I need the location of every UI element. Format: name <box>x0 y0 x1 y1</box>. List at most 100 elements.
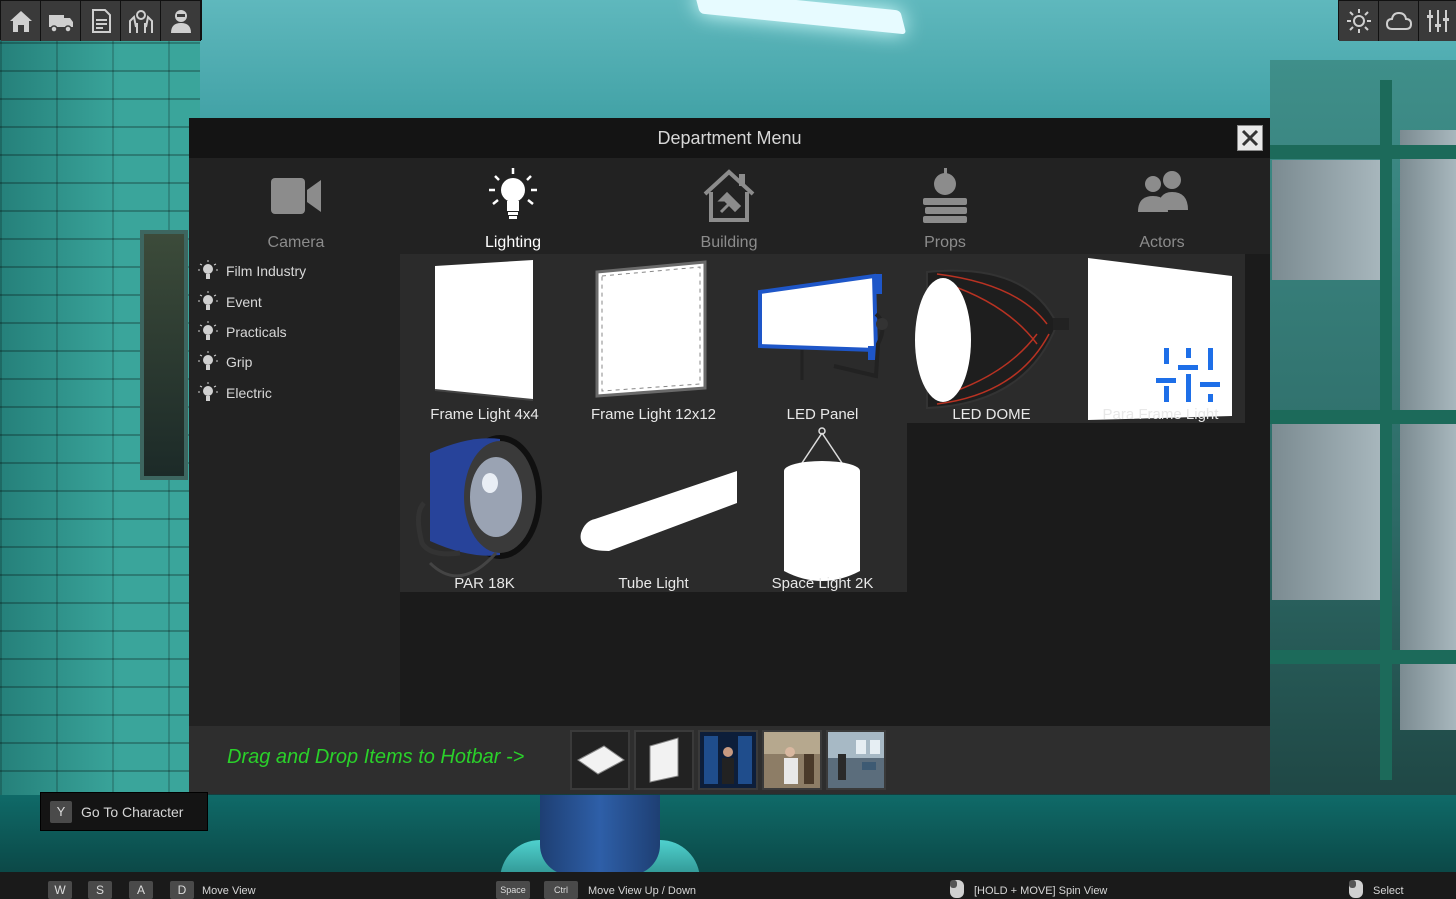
key-d: D <box>170 881 194 899</box>
hotbar-slot[interactable] <box>698 730 758 790</box>
character-button[interactable] <box>161 1 201 41</box>
hands-button[interactable] <box>121 1 161 41</box>
department-tabs: Camera Lighting Building Props Actors <box>189 158 1270 254</box>
item-par-18k[interactable]: PAR 18K <box>400 423 569 592</box>
shelf-panel <box>1400 130 1456 730</box>
panel-thumbnail <box>572 732 628 788</box>
document-button[interactable] <box>81 1 121 41</box>
item-space-light-2k[interactable]: Space Light 2K <box>738 423 907 592</box>
key-ctrl: Ctrl <box>544 881 578 899</box>
go-to-character-label: Go To Character <box>81 803 184 820</box>
controls-hint-bar: W S A D Move View Space Ctrl Move View U… <box>0 872 1456 899</box>
hotbar-slot[interactable] <box>762 730 822 790</box>
subcategory-practicals[interactable]: Practicals <box>189 317 400 347</box>
item-led-dome[interactable]: LED DOME <box>907 254 1076 423</box>
lightbulb-icon <box>198 320 218 340</box>
select-label: Select <box>1373 885 1404 897</box>
subcategory-label: Electric <box>226 384 272 401</box>
item-label: Para Frame Light <box>1102 406 1219 423</box>
photo-thumbnail <box>828 732 884 788</box>
item-label: Tube Light <box>618 575 689 592</box>
shelf-beam <box>1270 650 1456 664</box>
frame-light-image <box>595 260 707 398</box>
close-button[interactable] <box>1237 125 1263 151</box>
tab-label: Actors <box>1139 234 1185 251</box>
par-light-image <box>416 435 542 578</box>
lightbulb-icon <box>198 290 218 310</box>
move-updown-label: Move View Up / Down <box>588 885 697 897</box>
weather-button[interactable] <box>1379 1 1419 41</box>
items-grid: Frame Light 4x4 Frame Light 12x12 LED Pa… <box>400 254 1270 726</box>
key-a: A <box>129 881 153 899</box>
shelf-panel <box>1272 160 1382 280</box>
home-button[interactable] <box>1 1 41 41</box>
tab-label: Building <box>700 234 758 251</box>
go-to-character-button[interactable]: Y Go To Character <box>40 792 208 831</box>
sun-icon <box>1346 9 1371 33</box>
item-label: Space Light 2K <box>771 575 874 592</box>
subcategory-label: Event <box>226 293 262 310</box>
photo-thumbnail <box>700 732 756 788</box>
tab-props[interactable]: Props <box>875 158 1015 254</box>
item-para-frame-light[interactable]: Para Frame Light <box>1076 254 1245 423</box>
key-space: Space <box>496 881 530 899</box>
cloud-icon <box>1385 11 1412 30</box>
subcategory-electric[interactable]: Electric <box>189 378 400 408</box>
settings-sliders-button[interactable] <box>1419 1 1456 41</box>
key-w: W <box>48 881 72 899</box>
subcategory-label: Film Industry <box>226 263 307 280</box>
led-panel-image <box>758 273 888 380</box>
tab-actors[interactable]: Actors <box>1092 158 1232 254</box>
mouse-left-icon <box>1349 880 1363 898</box>
shelf-post <box>1380 80 1392 780</box>
department-menu: Department Menu Camera Lighting Building… <box>189 118 1270 794</box>
truck-icon <box>48 15 73 33</box>
item-label: LED Panel <box>786 406 859 423</box>
truck-button[interactable] <box>41 1 81 41</box>
hotbar-slot[interactable] <box>634 730 694 790</box>
space-light-image <box>784 427 860 581</box>
panel-thumbnail <box>636 732 692 788</box>
item-led-panel[interactable]: LED Panel <box>738 254 907 423</box>
move-view-label: Move View <box>202 885 256 897</box>
item-frame-light-4x4[interactable]: Frame Light 4x4 <box>400 254 569 423</box>
people-icon <box>1138 171 1188 212</box>
hands-icon <box>128 10 153 33</box>
sun-button[interactable] <box>1339 1 1379 41</box>
lightbulb-icon <box>198 260 218 280</box>
tab-label: Lighting <box>484 234 542 251</box>
hotbar-slot[interactable] <box>826 730 886 790</box>
photo-thumbnail <box>764 732 820 788</box>
led-dome-image <box>915 269 1069 410</box>
tab-lighting[interactable]: Lighting <box>443 158 583 254</box>
sliders-icon <box>1426 10 1449 32</box>
person-icon <box>170 10 191 33</box>
mouse-left-icon <box>950 880 964 898</box>
top-right-toolbar <box>1338 0 1456 41</box>
home-icon <box>9 11 32 32</box>
scene-window <box>140 230 188 480</box>
hotbar-slot[interactable] <box>570 730 630 790</box>
item-label: LED DOME <box>952 406 1031 423</box>
shelf-panel <box>1272 420 1382 600</box>
hotbar: Drag and Drop Items to Hotbar -> <box>189 726 1270 794</box>
apple-books-icon <box>923 168 967 223</box>
close-icon <box>1241 129 1259 147</box>
lightbulb-icon <box>198 381 218 401</box>
tube-light-image <box>580 471 737 551</box>
item-tube-light[interactable]: Tube Light <box>569 423 738 592</box>
subcategory-event[interactable]: Event <box>189 286 400 316</box>
tab-camera[interactable]: Camera <box>226 158 366 254</box>
key-y: Y <box>50 800 72 823</box>
tab-building[interactable]: Building <box>659 158 799 254</box>
subcategory-label: Practicals <box>226 323 287 340</box>
item-frame-light-12x12[interactable]: Frame Light 12x12 <box>569 254 738 423</box>
subcategory-grip[interactable]: Grip <box>189 347 400 377</box>
lightbulb-icon <box>489 168 537 219</box>
item-label: Frame Light 12x12 <box>590 406 717 423</box>
spin-view-label: [HOLD + MOVE] Spin View <box>974 885 1108 897</box>
item-label: PAR 18K <box>454 575 515 592</box>
shelf-beam <box>1270 410 1456 424</box>
menu-title: Department Menu <box>657 127 802 148</box>
subcategory-film-industry[interactable]: Film Industry <box>189 256 400 286</box>
